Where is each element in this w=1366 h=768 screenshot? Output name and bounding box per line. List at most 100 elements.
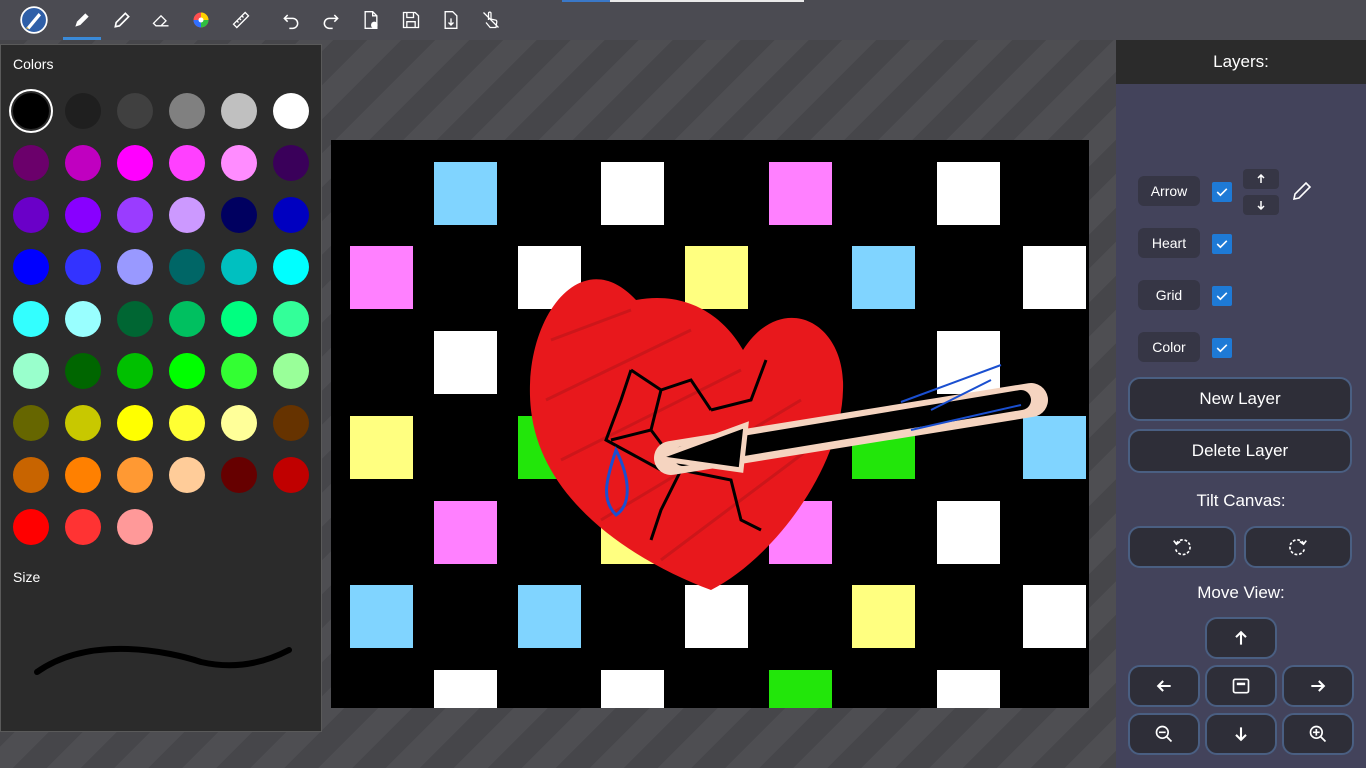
reset-view-button[interactable]	[1205, 665, 1277, 707]
color-swatch[interactable]	[273, 197, 309, 233]
color-swatch[interactable]	[117, 197, 153, 233]
colors-heading: Colors	[13, 56, 54, 72]
layer-item-grid[interactable]: Grid	[1138, 280, 1200, 310]
color-swatch[interactable]	[117, 93, 153, 129]
color-swatch[interactable]	[273, 405, 309, 441]
color-swatch[interactable]	[65, 93, 101, 129]
color-swatch[interactable]	[169, 93, 205, 129]
color-swatch[interactable]	[117, 145, 153, 181]
layer-item-arrow[interactable]: Arrow	[1138, 176, 1200, 206]
size-heading: Size	[13, 569, 41, 585]
color-swatch[interactable]	[117, 405, 153, 441]
color-swatch[interactable]	[221, 301, 257, 337]
delete-layer-button[interactable]: Delete Layer	[1128, 429, 1352, 473]
save-icon[interactable]	[392, 2, 430, 38]
layer-arrow-visibility-checkbox[interactable]	[1212, 182, 1232, 202]
color-swatch[interactable]	[65, 197, 101, 233]
color-swatch[interactable]	[117, 249, 153, 285]
app-logo-icon[interactable]	[15, 2, 53, 38]
color-swatch[interactable]	[273, 353, 309, 389]
zoom-out-button[interactable]	[1128, 713, 1200, 755]
color-swatch[interactable]	[273, 457, 309, 493]
color-swatch[interactable]	[13, 145, 49, 181]
color-swatch[interactable]	[13, 93, 49, 129]
color-swatch[interactable]	[65, 405, 101, 441]
color-swatch[interactable]	[169, 405, 205, 441]
checkmark-icon	[1216, 188, 1228, 197]
export-icon[interactable]	[432, 2, 470, 38]
color-swatch[interactable]	[65, 509, 101, 545]
pencil-icon[interactable]	[103, 2, 141, 38]
color-swatch[interactable]	[169, 249, 205, 285]
color-swatch[interactable]	[221, 353, 257, 389]
color-swatch[interactable]	[13, 509, 49, 545]
color-swatch[interactable]	[117, 457, 153, 493]
move-up-button[interactable]	[1205, 617, 1277, 659]
arrow-left-icon	[1156, 680, 1171, 692]
color-swatch[interactable]	[169, 197, 205, 233]
reset-view-icon	[1232, 678, 1250, 694]
color-swatch[interactable]	[13, 457, 49, 493]
color-swatch[interactable]	[221, 249, 257, 285]
edit-layer-pencil-icon[interactable]	[1290, 179, 1314, 203]
grid-square	[769, 162, 832, 225]
color-swatch[interactable]	[273, 145, 309, 181]
color-swatch[interactable]	[13, 197, 49, 233]
tilt-right-button[interactable]	[1244, 526, 1352, 568]
new-layer-button[interactable]: New Layer	[1128, 377, 1352, 421]
color-swatch[interactable]	[221, 145, 257, 181]
layer-heart-visibility-checkbox[interactable]	[1212, 234, 1232, 254]
color-swatch[interactable]	[169, 145, 205, 181]
color-swatch[interactable]	[65, 301, 101, 337]
color-swatch[interactable]	[221, 405, 257, 441]
color-swatch[interactable]	[117, 509, 153, 545]
touch-drawing-icon[interactable]	[472, 2, 510, 38]
layer-color-visibility-checkbox[interactable]	[1212, 338, 1232, 358]
move-layer-up-button[interactable]	[1243, 169, 1279, 189]
color-swatch[interactable]	[13, 301, 49, 337]
layer-item-color[interactable]: Color	[1138, 332, 1200, 362]
redo-icon[interactable]	[312, 2, 350, 38]
tilt-left-button[interactable]	[1128, 526, 1236, 568]
color-swatch[interactable]	[117, 301, 153, 337]
rotate-left-icon	[1173, 539, 1191, 556]
color-swatch[interactable]	[221, 93, 257, 129]
grid-square	[434, 331, 497, 394]
grid-square	[601, 670, 664, 708]
eraser-icon[interactable]	[142, 2, 180, 38]
color-wheel-icon[interactable]	[182, 2, 220, 38]
layer-grid-visibility-checkbox[interactable]	[1212, 286, 1232, 306]
color-swatch[interactable]	[65, 353, 101, 389]
color-swatch[interactable]	[65, 457, 101, 493]
grid-square	[937, 670, 1000, 708]
color-swatch[interactable]	[273, 301, 309, 337]
color-swatch[interactable]	[169, 301, 205, 337]
move-down-button[interactable]	[1205, 713, 1277, 755]
move-right-button[interactable]	[1282, 665, 1354, 707]
color-swatch[interactable]	[221, 457, 257, 493]
color-swatch[interactable]	[65, 249, 101, 285]
color-swatch[interactable]	[273, 249, 309, 285]
drawing-canvas[interactable]	[331, 140, 1089, 708]
undo-icon[interactable]	[272, 2, 310, 38]
color-swatch[interactable]	[65, 145, 101, 181]
move-left-button[interactable]	[1128, 665, 1200, 707]
color-swatch[interactable]	[221, 197, 257, 233]
color-swatch[interactable]	[273, 93, 309, 129]
new-file-icon[interactable]	[352, 2, 390, 38]
color-swatch[interactable]	[169, 457, 205, 493]
canvas-artwork	[350, 162, 1086, 708]
move-layer-down-button[interactable]	[1243, 195, 1279, 215]
zoom-in-button[interactable]	[1282, 713, 1354, 755]
color-swatch[interactable]	[169, 353, 205, 389]
color-swatch[interactable]	[13, 249, 49, 285]
arrow-right-icon	[1311, 680, 1326, 692]
color-swatch[interactable]	[13, 353, 49, 389]
color-swatch[interactable]	[13, 405, 49, 441]
stroke-size-preview[interactable]	[21, 630, 301, 690]
color-swatch[interactable]	[117, 353, 153, 389]
layer-item-heart[interactable]: Heart	[1138, 228, 1200, 258]
progress-fill	[562, 0, 610, 2]
ruler-icon[interactable]	[222, 2, 260, 38]
ballpoint-pen-icon[interactable]	[63, 2, 101, 38]
